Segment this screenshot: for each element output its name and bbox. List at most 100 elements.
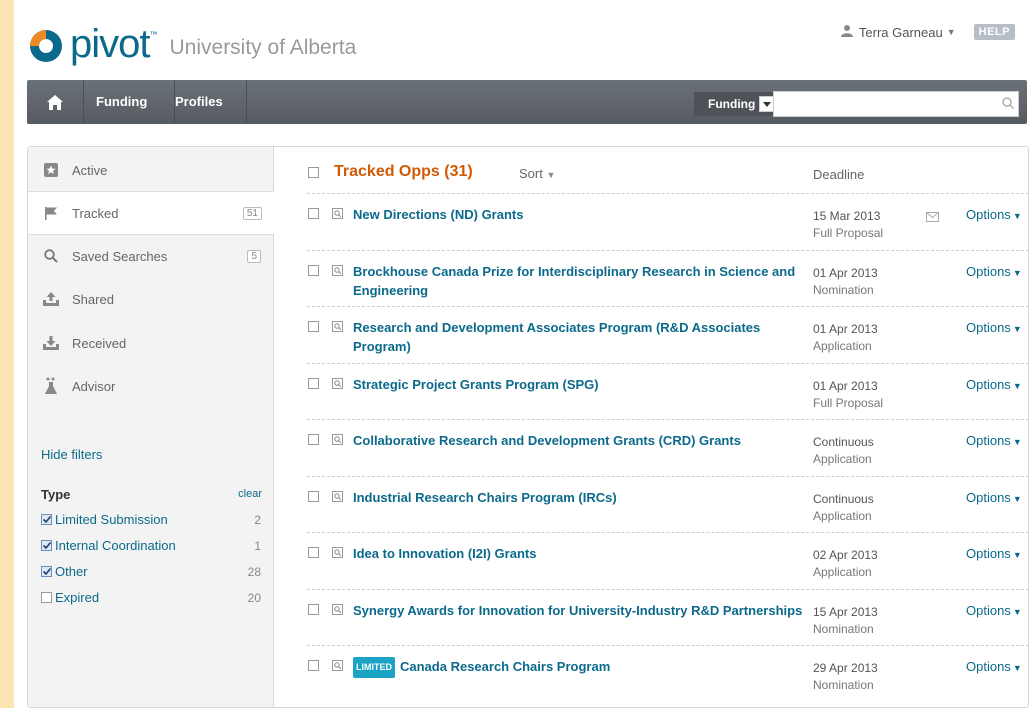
sidebar-item-advisor[interactable]: Advisor bbox=[28, 365, 273, 407]
table-row: Industrial Research Chairs Program (IRCs… bbox=[307, 475, 1031, 533]
brand[interactable]: pivot ™ University of Alberta bbox=[28, 24, 356, 64]
row-checkbox[interactable] bbox=[308, 603, 319, 615]
row-checkbox[interactable] bbox=[308, 660, 319, 671]
options-label: Options bbox=[966, 602, 1011, 618]
table-row: Synergy Awards for Innovation for Univer… bbox=[307, 588, 1031, 646]
row-checkbox[interactable] bbox=[308, 264, 319, 276]
opportunity-title: Brockhouse Canada Prize for Interdiscipl… bbox=[353, 263, 796, 298]
opportunity-title: Strategic Project Grants Program (SPG) bbox=[353, 376, 599, 392]
options-dropdown[interactable]: Options ▼ bbox=[966, 659, 1022, 674]
list-title: Tracked Opps (31) bbox=[334, 163, 473, 180]
count-badge: 5 bbox=[247, 249, 261, 263]
sidebar-item-saved-searches[interactable]: Saved Searches 5 bbox=[28, 235, 273, 277]
options-dropdown[interactable]: Options ▼ bbox=[966, 264, 1022, 279]
chevron-down-icon: ▼ bbox=[546, 170, 556, 180]
row-checkbox[interactable] bbox=[308, 490, 319, 502]
preview-icon[interactable] bbox=[332, 264, 343, 276]
deadline-column-header[interactable]: Deadline bbox=[813, 167, 864, 182]
deadline-date: 15 Mar 2013 bbox=[813, 209, 881, 223]
row-checkbox[interactable] bbox=[308, 208, 319, 219]
user-icon bbox=[840, 24, 853, 40]
filter-limited-submission[interactable]: Limited Submission 2 bbox=[41, 509, 261, 529]
page: pivot ™ University of Alberta Terra Garn… bbox=[14, 0, 1031, 708]
preview-icon[interactable] bbox=[332, 490, 343, 502]
options-label: Options bbox=[966, 659, 1011, 674]
filter-internal-coordination[interactable]: Internal Coordination 1 bbox=[41, 535, 261, 555]
preview-icon[interactable] bbox=[332, 208, 343, 219]
options-label: Options bbox=[966, 433, 1011, 448]
chevron-down-icon[interactable]: ▼ bbox=[947, 27, 956, 37]
preview-icon[interactable] bbox=[332, 434, 343, 445]
preview-icon[interactable] bbox=[332, 547, 343, 558]
options-dropdown[interactable]: Options ▼ bbox=[966, 546, 1022, 561]
opportunity-link[interactable]: Research and Development Associates Prog… bbox=[353, 318, 803, 356]
filter-expired[interactable]: Expired 20 bbox=[41, 587, 261, 607]
opportunity-list: Tracked Opps (31) Sort ▼ Deadline New Di… bbox=[274, 147, 1031, 707]
search-icon bbox=[42, 249, 60, 263]
user-menu[interactable]: Terra Garneau bbox=[859, 25, 943, 40]
row-checkbox[interactable] bbox=[308, 547, 319, 558]
nav-profiles[interactable]: Profiles bbox=[175, 80, 223, 124]
row-checkbox[interactable] bbox=[308, 377, 319, 389]
options-label: Options bbox=[966, 263, 1011, 279]
row-checkbox[interactable] bbox=[308, 434, 319, 445]
home-button[interactable] bbox=[27, 80, 84, 124]
hide-filters-link[interactable]: Hide filters bbox=[41, 447, 102, 462]
checkbox[interactable] bbox=[41, 565, 52, 577]
options-dropdown[interactable]: Options ▼ bbox=[966, 377, 1022, 392]
main-panel: Active Tracked 51 Saved Searches 5 Share… bbox=[27, 146, 1031, 708]
checkbox[interactable] bbox=[41, 591, 52, 603]
opportunity-link[interactable]: Industrial Research Chairs Program (IRCs… bbox=[353, 488, 803, 507]
opportunity-link[interactable]: Brockhouse Canada Prize for Interdiscipl… bbox=[353, 262, 803, 300]
sidebar-item-received[interactable]: Received bbox=[28, 322, 273, 364]
opportunity-link[interactable]: LIMITED Canada Research Chairs Program bbox=[353, 657, 803, 678]
filter-other[interactable]: Other 28 bbox=[41, 561, 261, 581]
help-button[interactable]: HELP bbox=[973, 24, 1015, 40]
options-dropdown[interactable]: Options ▼ bbox=[966, 490, 1022, 505]
row-checkbox[interactable] bbox=[308, 321, 319, 332]
sort-dropdown[interactable]: Sort ▼ bbox=[519, 166, 555, 181]
filter-label: Internal Coordination bbox=[55, 537, 176, 553]
opportunity-title: Industrial Research Chairs Program (IRCs… bbox=[353, 489, 617, 505]
main-navbar: Funding Profiles Funding bbox=[27, 80, 1027, 124]
limited-badge: LIMITED bbox=[353, 657, 395, 678]
search-input[interactable] bbox=[773, 91, 1019, 117]
preview-icon[interactable] bbox=[332, 377, 343, 389]
select-all-checkbox[interactable] bbox=[308, 167, 319, 178]
opportunity-link[interactable]: Idea to Innovation (I2I) Grants bbox=[353, 544, 803, 563]
options-dropdown[interactable]: Options ▼ bbox=[966, 603, 1022, 618]
search-icon[interactable] bbox=[1002, 96, 1014, 114]
trademark: ™ bbox=[149, 30, 158, 39]
options-dropdown[interactable]: Options ▼ bbox=[966, 433, 1022, 448]
options-dropdown[interactable]: Options ▼ bbox=[966, 320, 1022, 335]
chevron-down-icon: ▼ bbox=[1012, 663, 1022, 673]
opportunity-link[interactable]: Synergy Awards for Innovation for Univer… bbox=[353, 601, 803, 620]
options-label: Options bbox=[966, 207, 1011, 222]
count-badge: 51 bbox=[242, 206, 262, 220]
filter-count: 20 bbox=[247, 591, 261, 605]
nav-funding[interactable]: Funding bbox=[96, 80, 147, 124]
opportunity-title: Research and Development Associates Prog… bbox=[353, 320, 761, 354]
preview-icon[interactable] bbox=[332, 321, 343, 332]
sidebar-item-tracked[interactable]: Tracked 51 bbox=[28, 191, 274, 235]
opportunity-link[interactable]: Strategic Project Grants Program (SPG) bbox=[353, 375, 803, 394]
preview-icon[interactable] bbox=[332, 603, 343, 615]
deadline-date: Continuous bbox=[813, 435, 874, 449]
envelope-icon[interactable] bbox=[926, 209, 939, 227]
checkbox[interactable] bbox=[41, 513, 52, 525]
opportunity-link[interactable]: New Directions (ND) Grants bbox=[353, 205, 803, 224]
clear-filters-link[interactable]: clear bbox=[238, 488, 262, 500]
options-dropdown[interactable]: Options ▼ bbox=[966, 207, 1022, 222]
deadline-type: Application bbox=[813, 452, 872, 466]
preview-icon[interactable] bbox=[332, 660, 343, 671]
opportunity-title: New Directions (ND) Grants bbox=[353, 207, 524, 222]
deadline-type: Application bbox=[813, 565, 872, 579]
deadline-date: 29 Apr 2013 bbox=[813, 661, 878, 675]
opportunity-title: Canada Research Chairs Program bbox=[400, 659, 611, 674]
opportunity-link[interactable]: Collaborative Research and Development G… bbox=[353, 431, 803, 450]
search-scope-select[interactable]: Funding bbox=[694, 92, 780, 116]
sidebar-item-active[interactable]: Active bbox=[28, 149, 273, 191]
checkbox[interactable] bbox=[41, 539, 52, 551]
sort-label: Sort bbox=[519, 166, 543, 181]
sidebar-item-shared[interactable]: Shared bbox=[28, 278, 273, 320]
